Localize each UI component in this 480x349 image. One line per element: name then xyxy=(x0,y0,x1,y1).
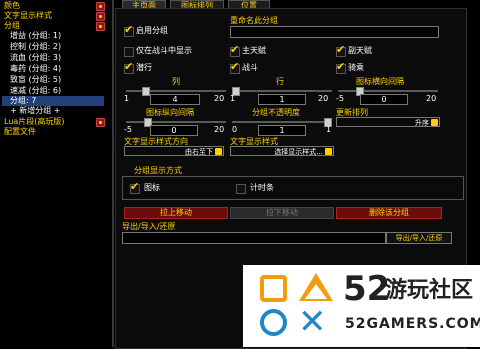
rename-group-input[interactable] xyxy=(230,26,439,38)
combat-checkbox[interactable]: ✔ xyxy=(230,60,240,74)
tree-item-group-7[interactable]: 分组: 7 xyxy=(10,96,36,106)
tree-item-profiles[interactable]: 配置文件 xyxy=(4,127,36,137)
columns-value-input[interactable]: 4 xyxy=(150,94,200,105)
rows-label: 行 xyxy=(276,77,284,86)
opacity-max: 1 xyxy=(326,125,332,134)
collapse-icon[interactable] xyxy=(96,22,105,31)
opacity-value-input[interactable]: 1 xyxy=(258,125,306,136)
tree-item-group-1[interactable]: 增益 (分组: 1) xyxy=(10,31,61,41)
update-order-value: 升序 xyxy=(415,119,429,127)
checkmark-icon: ✔ xyxy=(130,180,140,193)
tree-item-color[interactable]: 颜色 xyxy=(4,1,20,11)
tree-item-group-3[interactable]: 流血 (分组: 3) xyxy=(10,53,61,63)
sub-talent-label: 副天赋 xyxy=(348,46,372,55)
pane-divider[interactable] xyxy=(112,0,114,347)
slider-knob[interactable] xyxy=(142,87,150,96)
icon-mode-label: 图标 xyxy=(144,183,160,192)
v-spacing-min: -5 xyxy=(124,125,132,134)
expand-icon[interactable] xyxy=(96,2,105,11)
delete-group-button[interactable]: 删除该分组 xyxy=(336,207,442,219)
watermark-title: 游玩社区 xyxy=(385,278,474,303)
checkmark-icon: ✔ xyxy=(124,23,134,36)
checkmark-icon: ✔ xyxy=(336,60,346,73)
timer-mode-label: 计时条 xyxy=(250,183,274,192)
tree-item-groups[interactable]: 分组 xyxy=(4,21,20,31)
text-style-dropdown[interactable]: 选择显示样式... xyxy=(230,146,334,156)
v-spacing-label: 图标纵向间隔 xyxy=(146,108,194,117)
export-input[interactable] xyxy=(122,232,386,244)
tree-item-lua[interactable]: Lua片段(高玩版) xyxy=(4,117,65,127)
rows-slider[interactable] xyxy=(232,87,332,96)
only-in-combat-label: 仅在战斗中显示 xyxy=(136,46,192,55)
v-spacing-slider[interactable] xyxy=(126,118,226,127)
combat-label: 战斗 xyxy=(242,63,258,72)
checkmark-icon: ✔ xyxy=(124,60,134,73)
chevron-down-icon[interactable] xyxy=(215,148,222,155)
text-style-value: 选择显示样式... xyxy=(274,148,323,156)
columns-max: 20 xyxy=(214,94,225,103)
watermark-url: 52GAMERS.COM xyxy=(345,316,480,332)
circle-symbol-icon xyxy=(260,309,287,336)
watermark-number: 52 xyxy=(343,269,391,309)
move-up-button[interactable]: 拉上移动 xyxy=(124,207,228,219)
tree-item-group-2[interactable]: 控制 (分组: 2) xyxy=(10,42,61,52)
master-talent-label: 主天赋 xyxy=(242,46,266,55)
tree-item-group-5[interactable]: 致盲 (分组: 5) xyxy=(10,75,61,85)
stealth-label: 潜行 xyxy=(136,63,152,72)
enable-group-checkbox[interactable]: ✔ xyxy=(124,23,134,37)
mounted-checkbox[interactable]: ✔ xyxy=(336,60,346,74)
tree-item-text-style[interactable]: 文字显示样式 xyxy=(4,11,52,21)
text-direction-dropdown[interactable]: 由右至下 xyxy=(124,146,224,156)
cross-symbol-icon: ✕ xyxy=(298,302,327,342)
columns-label: 列 xyxy=(172,77,180,86)
update-order-dropdown[interactable]: 升序 xyxy=(336,117,440,127)
h-spacing-slider[interactable] xyxy=(338,87,438,96)
options-tree: 颜色 文字显示样式 分组 增益 (分组: 1) 控制 (分组: 2) 流血 (分… xyxy=(0,0,112,347)
master-talent-checkbox[interactable]: ✔ xyxy=(230,43,240,57)
square-symbol-icon xyxy=(260,275,287,302)
chevron-down-icon[interactable] xyxy=(325,148,332,155)
triangle-inner xyxy=(305,284,327,299)
timer-mode-checkbox[interactable] xyxy=(236,184,246,194)
rows-min: 1 xyxy=(230,94,236,103)
move-down-button: 拉下移动 xyxy=(230,207,334,219)
rows-value-input[interactable]: 1 xyxy=(258,94,306,105)
columns-min: 1 xyxy=(124,94,130,103)
opacity-label: 分组不透明度 xyxy=(252,108,300,117)
tree-item-group-4[interactable]: 毒药 (分组: 4) xyxy=(10,64,61,74)
tree-item-add-group[interactable]: + 新增分组 + xyxy=(10,106,61,116)
opacity-slider[interactable] xyxy=(232,118,332,127)
expand-icon[interactable] xyxy=(96,118,105,127)
rows-max: 20 xyxy=(318,94,329,103)
columns-slider[interactable] xyxy=(126,87,226,96)
h-spacing-label: 图标横向间隔 xyxy=(356,77,404,86)
tree-item-group-6[interactable]: 速减 (分组: 6) xyxy=(10,86,61,96)
v-spacing-value-input[interactable]: 0 xyxy=(150,125,198,136)
display-mode-group xyxy=(122,176,464,200)
display-mode-label: 分组显示方式 xyxy=(134,166,182,175)
h-spacing-max: 20 xyxy=(426,94,437,103)
checkmark-icon: ✔ xyxy=(230,60,240,73)
export-button[interactable]: 导出/导入/还原 xyxy=(386,232,452,244)
v-spacing-max: 20 xyxy=(214,125,225,134)
watermark-logo: ✕ 52 游玩社区 52GAMERS.COM xyxy=(243,265,480,347)
rename-group-label: 重命名此分组 xyxy=(230,16,278,25)
checkmark-icon: ✔ xyxy=(230,43,240,56)
stealth-checkbox[interactable]: ✔ xyxy=(124,60,134,74)
h-spacing-min: -5 xyxy=(336,94,344,103)
opacity-min: 0 xyxy=(232,125,238,134)
icon-mode-checkbox[interactable]: ✔ xyxy=(130,180,140,194)
h-spacing-value-input[interactable]: 0 xyxy=(360,94,408,105)
only-in-combat-checkbox[interactable] xyxy=(124,47,134,57)
mounted-label: 骑乘 xyxy=(348,63,364,72)
expand-icon[interactable] xyxy=(96,12,105,21)
chevron-down-icon[interactable] xyxy=(431,119,438,126)
sub-talent-checkbox[interactable]: ✔ xyxy=(336,43,346,57)
text-direction-value: 由右至下 xyxy=(185,148,213,156)
checkmark-icon: ✔ xyxy=(336,43,346,56)
export-label: 导出/导入/还原 xyxy=(122,222,176,231)
enable-group-label: 启用分组 xyxy=(136,26,168,35)
